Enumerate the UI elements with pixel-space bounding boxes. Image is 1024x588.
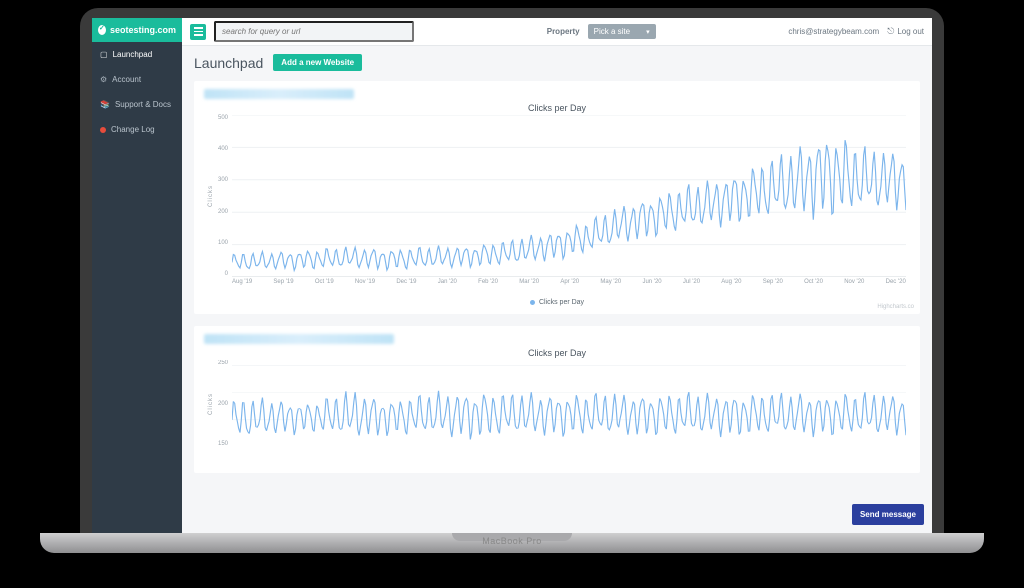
site-select-dropdown[interactable]: Pick a site ▾ [588,24,656,39]
monitor-icon: ▢ [100,50,108,59]
topbar: Property Pick a site ▾ chris@strategybea… [182,18,932,46]
main-content: Property Pick a site ▾ chris@strategybea… [182,18,932,533]
sidebar-item-label: Support & Docs [115,100,171,109]
search-input[interactable] [214,21,414,42]
site-name-redacted [204,89,354,99]
sidebar-item-changelog[interactable]: Change Log [92,117,182,142]
gear-icon: ⚙ [100,75,107,84]
page-header: Launchpad Add a new Website [182,46,932,81]
add-website-button[interactable]: Add a new Website [273,54,362,71]
chart-1: Clicks 5004003002001000 Aug '19Sep '19Oc… [204,115,910,295]
legend-marker-icon [530,300,535,305]
sidebar-item-account[interactable]: ⚙ Account [92,67,182,92]
chart-title: Clicks per Day [204,348,910,358]
logout-button[interactable]: ⎋ Log out [887,26,924,37]
sidebar: seotesting.com ▢ Launchpad ⚙ Account 📚 S… [92,18,182,533]
chart-credit: Highcharts.co [877,304,914,310]
send-message-button[interactable]: Send message [852,504,924,525]
check-circle-icon [98,25,106,35]
page-title: Launchpad [194,55,263,71]
y-axis: 250200150 [204,360,232,447]
logout-icon: ⎋ [887,26,894,37]
site-select-label: Pick a site [594,27,630,36]
chart-title: Clicks per Day [204,103,910,113]
x-axis: Aug '19Sep '19Oct '19Nov '19Dec '19Jan '… [232,277,906,295]
chevron-down-icon: ▾ [646,28,650,36]
sidebar-item-label: Launchpad [113,50,153,59]
property-label: Property [547,27,580,36]
sidebar-item-label: Account [112,75,141,84]
logout-label: Log out [897,27,924,36]
book-icon: 📚 [100,100,110,109]
brand-text: seotesting.com [110,25,176,35]
menu-toggle-button[interactable] [190,24,206,40]
brand-logo: seotesting.com [92,18,182,42]
y-axis: 5004003002001000 [204,115,232,277]
chart-2: Clicks 250200150 [204,360,910,465]
site-name-redacted [204,334,394,344]
sidebar-item-support[interactable]: 📚 Support & Docs [92,92,182,117]
sidebar-item-label: Change Log [111,125,155,134]
sidebar-item-launchpad[interactable]: ▢ Launchpad [92,42,182,67]
chart-card: Clicks per Day Clicks 5004003002001000 A… [194,81,920,314]
chart-card: Clicks per Day Clicks 250200150 [194,326,920,473]
dot-icon [100,127,106,133]
chart-legend: Clicks per Day [204,299,910,306]
legend-label: Clicks per Day [539,299,584,306]
user-email: chris@strategybeam.com [788,27,879,36]
content-area: Clicks per Day Clicks 5004003002001000 A… [182,81,932,533]
device-label: MacBook Pro [482,536,542,546]
